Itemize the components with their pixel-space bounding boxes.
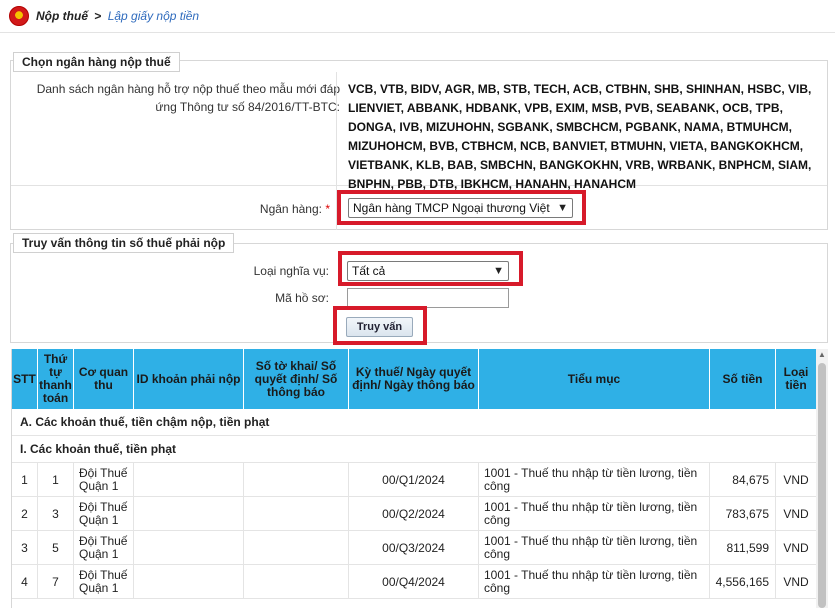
highlight-bank-select (337, 190, 586, 225)
highlight-search-button (333, 306, 427, 345)
supported-banks-list: VCB, VTB, BIDV, AGR, MB, STB, TECH, ACB,… (348, 80, 818, 194)
cell-currency: VND (776, 463, 816, 497)
breadcrumb-current[interactable]: Lập giấy nộp tiền (108, 9, 199, 23)
breadcrumb: Nộp thuế > Lập giấy nộp tiền (36, 9, 199, 23)
col-header-payment-order: Thứ tự thanh toán (38, 349, 74, 409)
cell-currency: VND (776, 531, 816, 565)
section-i-heading: I. Các khoản thuế, tiền phạt (12, 436, 816, 463)
obligation-type-label: Loại nghĩa vụ: (253, 264, 329, 278)
section-a-heading: A. Các khoản thuế, tiền chậm nộp, tiền p… (12, 409, 816, 436)
query-section-legend: Truy vấn thông tin số thuế phải nộp (13, 233, 235, 253)
bank-list-line: VIETBANK, KLB, BAB, SMBCHN, BANGKOKHN, V… (348, 158, 812, 172)
table-row[interactable]: 3 5 Đội Thuế Quận 1 00/Q3/2024 1001 - Th… (12, 531, 816, 565)
cell-amount: 811,599 (710, 531, 776, 565)
cell-document-number (244, 531, 349, 565)
cell-payable-id (134, 497, 244, 531)
col-header-agency: Cơ quan thu (74, 349, 134, 409)
cell-currency: VND (776, 497, 816, 531)
cell-order: 3 (38, 497, 74, 531)
col-header-document-number: Số tờ khai/ Số quyết định/ Số thông báo (244, 349, 349, 409)
cell-stt: 4 (12, 565, 38, 599)
supported-banks-label: Danh sách ngân hàng hỗ trợ nộp thuế theo… (36, 82, 340, 114)
tax-results-table: STT Thứ tự thanh toán Cơ quan thu ID kho… (11, 349, 816, 608)
cell-payable-id (134, 531, 244, 565)
dossier-code-label: Mã hồ sơ: (275, 291, 329, 305)
table-row[interactable]: 2 3 Đội Thuế Quận 1 00/Q2/2024 1001 - Th… (12, 497, 816, 531)
cell-currency: VND (776, 565, 816, 599)
scrollbar-thumb[interactable] (818, 363, 826, 608)
cell-agency: Đội Thuế Quận 1 (74, 531, 134, 565)
cell-agency: Đội Thuế Quận 1 (74, 463, 134, 497)
cell-agency: Đội Thuế Quận 1 (74, 497, 134, 531)
col-header-payable-id: ID khoản phải nộp (134, 349, 244, 409)
cell-amount: 783,675 (710, 497, 776, 531)
table-row[interactable]: 4 7 Đội Thuế Quận 1 00/Q4/2024 1001 - Th… (12, 565, 816, 599)
cell-document-number (244, 565, 349, 599)
bank-list-line: DONGA, IVB, MIZUHOHN, SGBANK, SMBCHCM, P… (348, 120, 792, 134)
col-header-stt: STT (12, 349, 38, 409)
cell-payable-id (134, 463, 244, 497)
cell-stt: 3 (12, 531, 38, 565)
bank-label-text: Ngân hàng: (259, 202, 322, 216)
table-header: STT Thứ tự thanh toán Cơ quan thu ID kho… (12, 349, 816, 409)
cell-order: 5 (38, 531, 74, 565)
national-emblem-icon (9, 6, 29, 26)
top-bar: Nộp thuế > Lập giấy nộp tiền (0, 0, 835, 33)
table-scrollbar[interactable]: ▲ (816, 349, 828, 608)
table-row[interactable]: 1 1 Đội Thuế Quận 1 00/Q1/2024 1001 - Th… (12, 463, 816, 497)
cell-sub-item: 1001 - Thuế thu nhập từ tiền lương, tiền… (479, 497, 710, 531)
cell-stt: 1 (12, 463, 38, 497)
cell-tax-period: 00/Q1/2024 (349, 463, 479, 497)
breadcrumb-separator: > (94, 9, 102, 23)
dossier-code-input[interactable] (347, 288, 509, 308)
cell-sub-item: 1001 - Thuế thu nhập từ tiền lương, tiền… (479, 463, 710, 497)
cell-agency: Đội Thuế Quận 1 (74, 565, 134, 599)
cell-tax-period: 00/Q2/2024 (349, 497, 479, 531)
cell-stt: 2 (12, 497, 38, 531)
cell-sub-item: 1001 - Thuế thu nhập từ tiền lương, tiền… (479, 531, 710, 565)
cell-tax-period: 00/Q3/2024 (349, 531, 479, 565)
required-mark: * (325, 202, 330, 216)
col-header-amount: Số tiền (710, 349, 776, 409)
cell-payable-id (134, 565, 244, 599)
cell-amount: 84,675 (710, 463, 776, 497)
cell-tax-period: 00/Q4/2024 (349, 565, 479, 599)
bank-section-legend: Chọn ngân hàng nộp thuế (13, 52, 180, 72)
cell-order: 1 (38, 463, 74, 497)
col-header-sub-item: Tiểu mục (479, 349, 710, 409)
cell-amount: 4,556,165 (710, 565, 776, 599)
bank-select-label: Ngân hàng: * (150, 202, 330, 216)
cell-order: 7 (38, 565, 74, 599)
supported-banks-row: Danh sách ngân hàng hỗ trợ nộp thuế theo… (11, 72, 827, 191)
scroll-up-arrow-icon[interactable]: ▲ (816, 349, 828, 361)
bank-list-line: LIENVIET, ABBANK, HDBANK, VPB, EXIM, MSB… (348, 101, 783, 115)
cell-document-number (244, 463, 349, 497)
cell-document-number (244, 497, 349, 531)
col-header-tax-period: Kỳ thuế/ Ngày quyết định/ Ngày thông báo (349, 349, 479, 409)
bank-list-line: MIZUHOHCM, BVB, CTBHCM, NCB, BANVIET, BT… (348, 139, 804, 153)
bank-list-line: VCB, VTB, BIDV, AGR, MB, STB, TECH, ACB,… (348, 82, 812, 96)
cell-sub-item: 1001 - Thuế thu nhập từ tiền lương, tiền… (479, 565, 710, 599)
breadcrumb-root[interactable]: Nộp thuế (36, 9, 88, 23)
col-header-currency: Loại tiền (776, 349, 816, 409)
highlight-obligation-select (338, 251, 523, 286)
